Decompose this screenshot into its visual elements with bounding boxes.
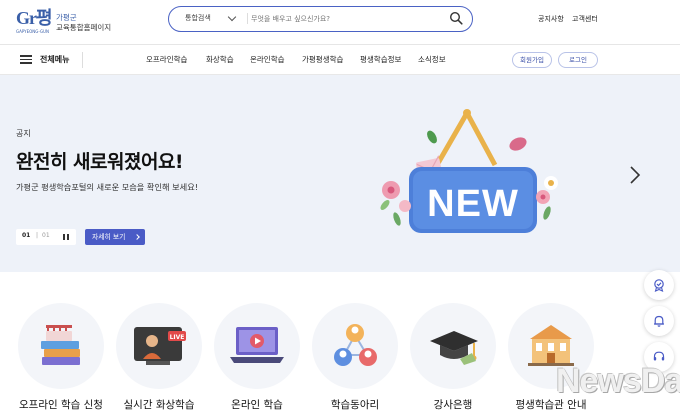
hamburger-icon (20, 55, 32, 64)
logo-line2: 교육통합홈페이지 (56, 23, 112, 32)
live-video-icon: LIVE (134, 327, 186, 365)
nav-divider (82, 52, 83, 68)
notice-link[interactable]: 공지사항 (538, 14, 564, 24)
category-club[interactable]: 학습동아리 (306, 298, 406, 420)
hero-subline: 가평군 평생학습포털의 새로운 모습을 확인해 보세요! (16, 182, 199, 192)
login-button[interactable]: 로그인 (558, 52, 598, 68)
logo-subtitle: GAPYEONG-GUN (16, 29, 49, 34)
signup-button[interactable]: 회원가입 (512, 52, 552, 68)
new-sign-illustration: NEW (380, 109, 558, 233)
certificate-icon (654, 279, 664, 292)
search-icon[interactable] (449, 11, 463, 25)
search-input[interactable] (251, 10, 431, 27)
nav-item-offline[interactable]: 오프라인학습 (146, 45, 187, 74)
nav-item-online[interactable]: 온라인학습 (250, 45, 285, 74)
bell-icon (654, 315, 664, 327)
category-circle: LIVE (116, 303, 202, 389)
category-offline[interactable]: 오프라인 학습 신청 (12, 298, 112, 420)
svg-text:LIVE: LIVE (170, 334, 185, 341)
customer-center-link[interactable]: 고객센터 (572, 14, 598, 24)
search-bar: 통합검색 (168, 6, 473, 32)
pause-icon[interactable] (63, 234, 69, 240)
slide-pager: 01 | 01 (16, 229, 76, 245)
main-nav: 전체메뉴 오프라인학습 화상학습 온라인학습 가평평생학습 평생학습정보 소식정… (0, 45, 680, 74)
books-icon (41, 325, 80, 365)
category-live[interactable]: LIVE 실시간 화상학습 (110, 298, 210, 420)
nav-item-gapyeong[interactable]: 가평평생학습 (302, 45, 343, 74)
watermark-text: NewsDa (556, 362, 680, 400)
logo-text: 가평군 교육통합홈페이지 (56, 13, 111, 33)
site-header: Gr평 GAPYEONG-GUN 가평군 교육통합홈페이지 통합검색 공지사항 … (0, 0, 680, 44)
graduation-cap-icon (430, 331, 478, 365)
category-circle (312, 303, 398, 389)
nav-item-news[interactable]: 소식정보 (418, 45, 446, 74)
logo-line1: 가평군 (56, 13, 77, 22)
sign-text: NEW (427, 183, 519, 225)
category-instructor[interactable]: 강사은행 (404, 298, 504, 420)
hero-banner: 공지 완전히 새로워졌어요! 가평군 평생학습포털의 새로운 모습을 확인해 보… (0, 75, 680, 272)
nav-item-info[interactable]: 평생학습정보 (360, 45, 401, 74)
category-circle (18, 303, 104, 389)
logo-mark: Gr평 (16, 8, 53, 28)
chevron-right-icon (134, 234, 140, 240)
detail-button[interactable]: 자세히 보기 (85, 229, 145, 245)
all-menu-button[interactable]: 전체메뉴 (20, 45, 82, 74)
pager-total: 01 (42, 232, 50, 239)
certificate-button[interactable] (644, 270, 674, 300)
hero-eyebrow: 공지 (16, 129, 31, 138)
all-menu-label: 전체메뉴 (40, 55, 70, 64)
category-online[interactable]: 온라인 학습 (208, 298, 308, 420)
detail-button-label: 자세히 보기 (92, 233, 126, 241)
chevron-down-icon[interactable] (227, 12, 237, 22)
notification-button[interactable] (644, 306, 674, 336)
next-slide-icon[interactable] (628, 165, 642, 185)
site-logo[interactable]: Gr평 GAPYEONG-GUN 가평군 교육통합홈페이지 (16, 8, 126, 36)
search-divider (247, 13, 248, 24)
category-circle (214, 303, 300, 389)
hero-headline: 완전히 새로워졌어요! (16, 151, 184, 173)
laptop-play-icon (230, 327, 284, 363)
category-circle (410, 303, 496, 389)
nav-item-video[interactable]: 화상학습 (206, 45, 234, 74)
pager-separator: | (36, 232, 39, 239)
pager-current: 01 (22, 232, 31, 239)
page: Gr평 GAPYEONG-GUN 가평군 교육통합홈페이지 통합검색 공지사항 … (0, 0, 680, 420)
people-network-icon (334, 324, 377, 366)
search-category-select[interactable]: 통합검색 (185, 7, 211, 30)
watermark-logo: NewsDa (552, 354, 680, 414)
